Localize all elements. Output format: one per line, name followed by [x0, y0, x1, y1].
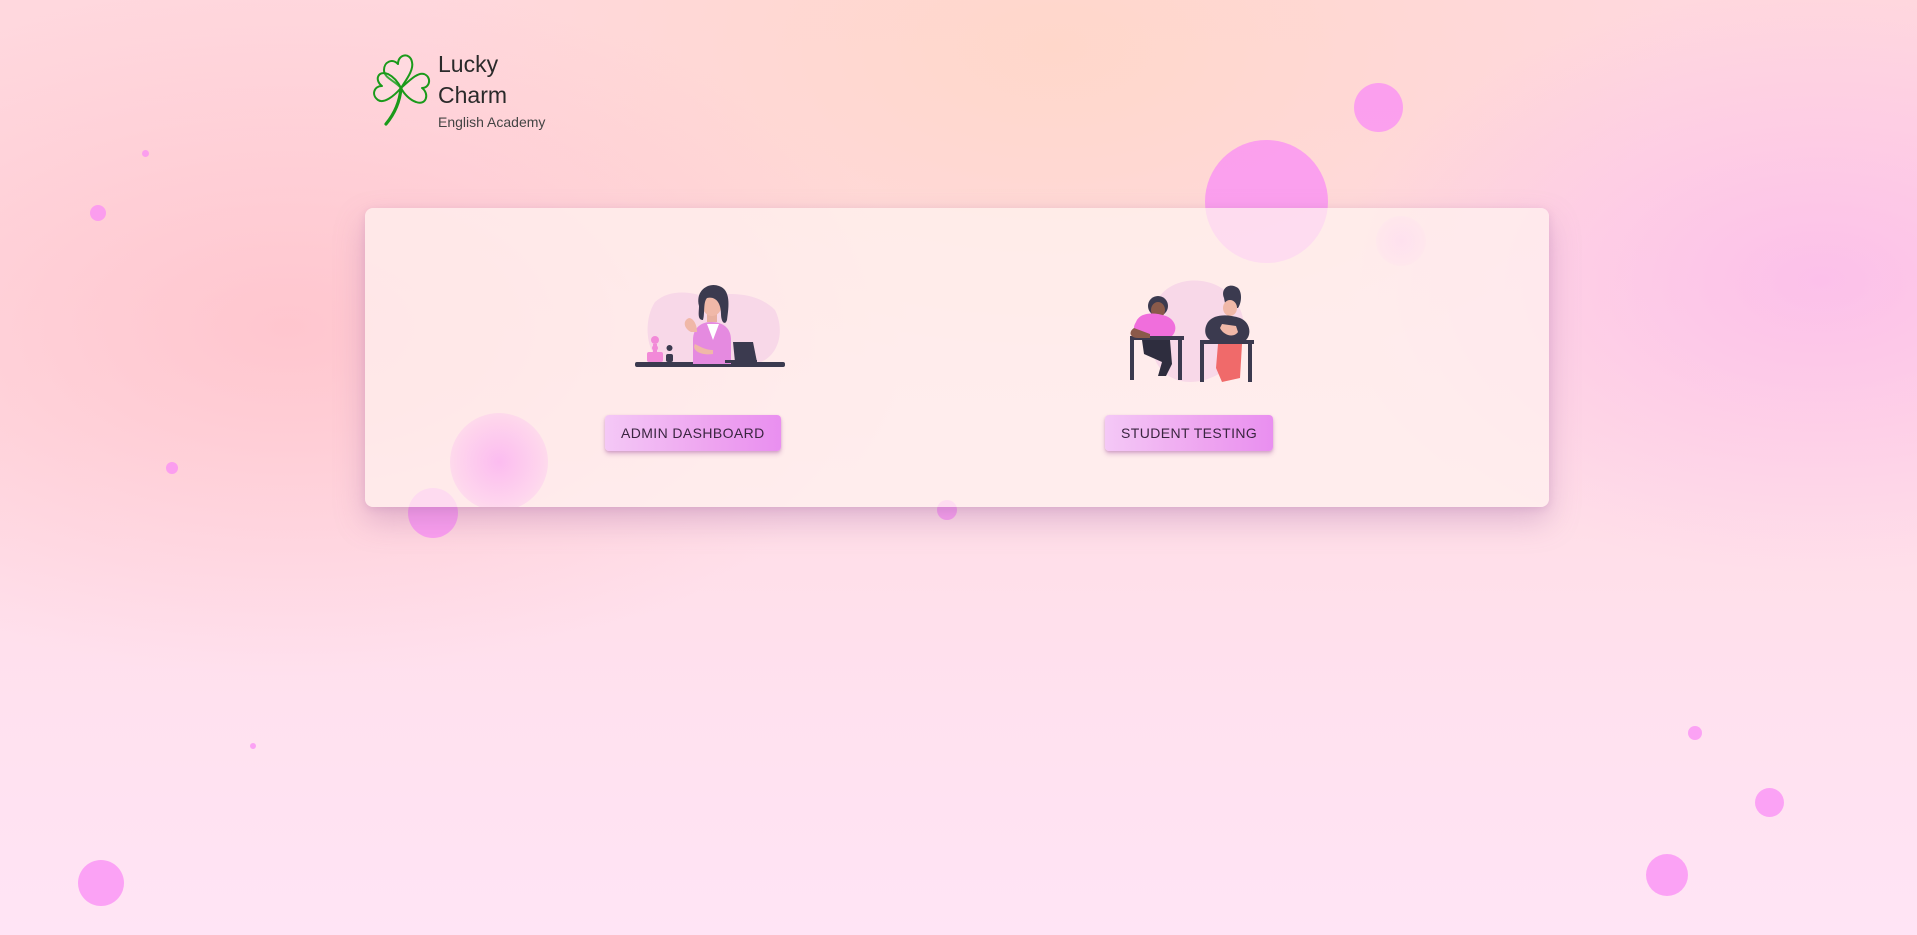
brand-logo[interactable]: Lucky Charm English Academy	[370, 48, 545, 130]
decor-bubble	[1354, 83, 1403, 132]
admin-dashboard-button[interactable]: ADMIN DASHBOARD	[605, 415, 781, 451]
student-option: STUDENT TESTING	[1085, 208, 1285, 507]
admin-woman-laptop-illustration	[635, 284, 785, 367]
clover-icon	[373, 54, 430, 126]
students-exam-illustration	[1130, 280, 1254, 382]
brand-title: Lucky Charm	[438, 51, 508, 108]
role-selection-card: ADMIN DASHBOARD STUDENT TESTING	[365, 208, 1549, 507]
decor-bubble	[90, 205, 106, 221]
brand-subtitle: English Academy	[438, 114, 546, 130]
decor-bubble	[450, 413, 548, 507]
decor-bubble	[78, 860, 124, 906]
decor-bubble	[250, 743, 256, 749]
decor-bubble	[1646, 854, 1688, 896]
decor-bubble	[166, 462, 178, 474]
decor-bubble	[142, 150, 149, 157]
student-testing-button[interactable]: STUDENT TESTING	[1105, 415, 1274, 451]
decor-bubble	[1755, 788, 1784, 817]
decor-bubble	[1688, 726, 1702, 740]
admin-option: ADMIN DASHBOARD	[605, 208, 815, 507]
